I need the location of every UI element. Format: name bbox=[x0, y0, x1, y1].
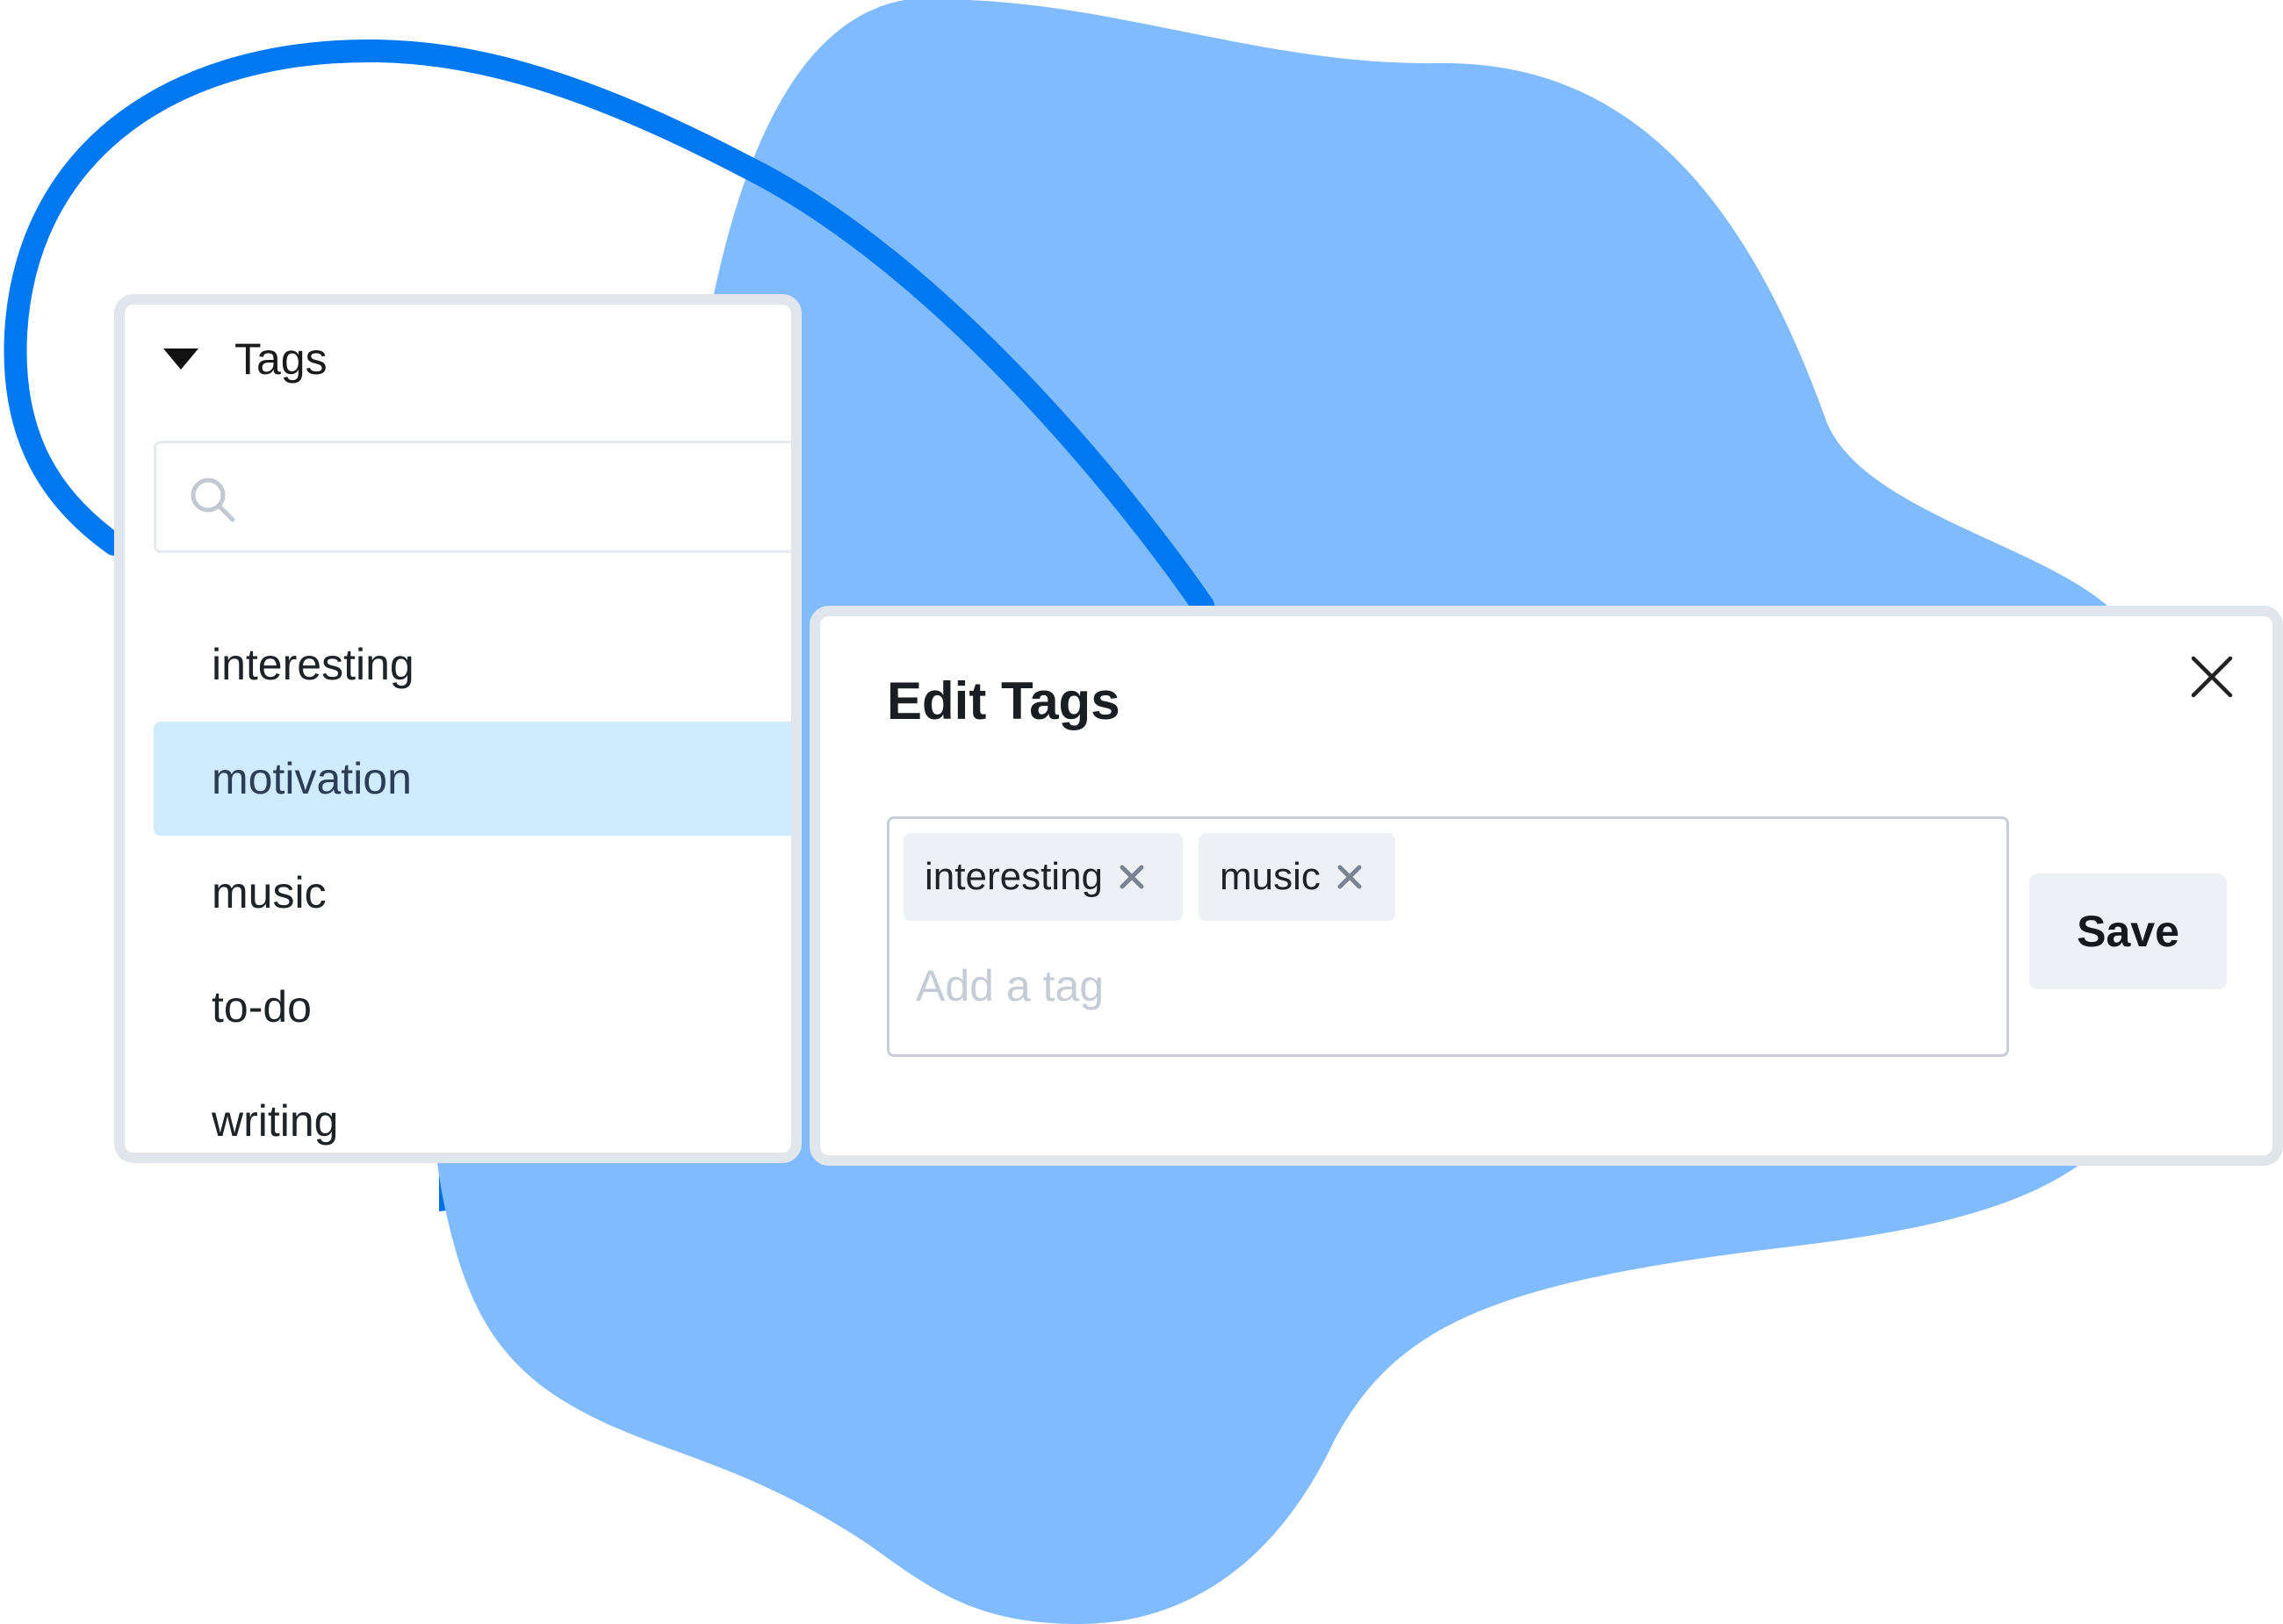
tags-panel-title: Tags bbox=[234, 334, 328, 384]
tag-chip-label: music bbox=[1220, 855, 1321, 898]
tags-panel-header[interactable]: Tags bbox=[125, 305, 791, 419]
close-icon[interactable] bbox=[2188, 653, 2236, 701]
tag-chip-label: interesting bbox=[925, 855, 1104, 898]
edit-tags-dialog: Edit Tags interesting music Save bbox=[810, 606, 2283, 1166]
tag-list-item-interesting[interactable]: interesting bbox=[154, 607, 791, 722]
tags-panel: Tags interesting motivation music to-do … bbox=[114, 294, 802, 1163]
remove-tag-icon[interactable] bbox=[1336, 864, 1363, 890]
tag-search-input[interactable] bbox=[253, 461, 783, 536]
add-tag-input[interactable] bbox=[916, 951, 1926, 1021]
tag-search-box[interactable] bbox=[154, 441, 791, 553]
tag-list-item-music[interactable]: music bbox=[154, 836, 791, 950]
tag-chip-interesting: interesting bbox=[904, 833, 1183, 921]
tag-list-item-motivation[interactable]: motivation bbox=[154, 722, 791, 836]
tag-list-item-writing[interactable]: writing bbox=[154, 1064, 791, 1153]
search-icon bbox=[191, 478, 235, 522]
tag-chip-music: music bbox=[1199, 833, 1395, 921]
save-button[interactable]: Save bbox=[2029, 873, 2227, 989]
tag-list: interesting motivation music to-do writi… bbox=[154, 607, 791, 1153]
remove-tag-icon[interactable] bbox=[1119, 864, 1145, 890]
tag-input-field[interactable]: interesting music bbox=[887, 816, 2009, 1057]
dialog-title: Edit Tags bbox=[887, 672, 1120, 730]
tag-list-item-to-do[interactable]: to-do bbox=[154, 950, 791, 1064]
caret-down-icon[interactable] bbox=[163, 349, 198, 370]
